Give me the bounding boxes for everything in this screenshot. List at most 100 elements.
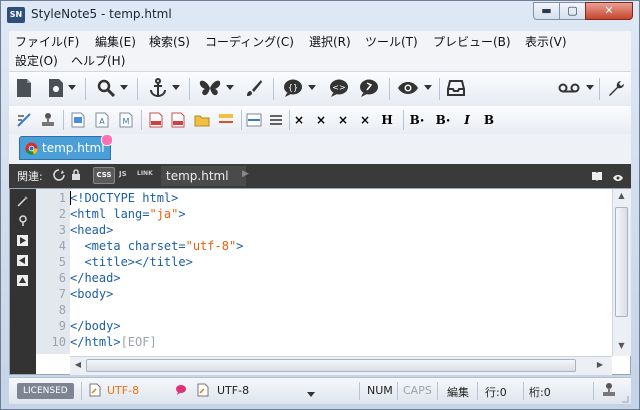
- menu-help[interactable]: ヘルプ(H): [71, 52, 125, 69]
- code-text: <html lang=: [70, 207, 150, 221]
- css-link-file-icon[interactable]: [169, 111, 187, 129]
- menu-search[interactable]: 検索(S): [149, 33, 190, 50]
- output-encoding-select[interactable]: UTF-8: [217, 384, 249, 397]
- snippet-comment-icon[interactable]: [357, 77, 381, 99]
- eye-icon[interactable]: [612, 171, 624, 185]
- subscript-bold-button[interactable]: B •: [435, 110, 451, 130]
- wrench-icon[interactable]: [605, 77, 627, 99]
- tab-close-icon[interactable]: [101, 134, 113, 146]
- vertical-scrollbar[interactable]: ▲ ▼: [612, 189, 631, 356]
- superscript-bold-button[interactable]: B •: [409, 110, 425, 130]
- status-separator: [437, 382, 438, 400]
- chrome-icon: [25, 142, 38, 158]
- menu-preview[interactable]: プレビュー(B): [433, 33, 511, 50]
- step-back-icon[interactable]: [17, 255, 28, 269]
- minimize-button[interactable]: ▬: [533, 2, 560, 20]
- code-text: <body>: [70, 287, 114, 301]
- step-up-icon[interactable]: [17, 275, 28, 289]
- open-file-icon[interactable]: [45, 77, 67, 99]
- inbox-icon[interactable]: [445, 77, 467, 99]
- editor: 1 2 3 4 5 6 7 8 9 10 <!DOCTYPE html> <ht…: [9, 188, 631, 375]
- code-line: <body>: [70, 287, 113, 301]
- encoding-setting[interactable]: UTF-8: [107, 384, 139, 397]
- insert-line-icon[interactable]: [217, 111, 235, 129]
- lock-icon[interactable]: [71, 169, 81, 184]
- butterfly-icon[interactable]: [197, 77, 223, 99]
- align-icon[interactable]: [267, 111, 285, 129]
- code-text: </html>: [70, 335, 121, 349]
- horizontal-scrollbar[interactable]: ◀ ▶: [70, 356, 612, 375]
- menu-coding[interactable]: コーディング(C): [205, 33, 294, 50]
- menu-settings[interactable]: 設定(O): [15, 52, 58, 69]
- code-text: </head>: [70, 271, 121, 285]
- folder-insert-icon[interactable]: [193, 111, 211, 129]
- app-icon[interactable]: SN: [7, 7, 25, 23]
- brush-icon[interactable]: [243, 77, 265, 99]
- related-file-tab[interactable]: temp.html: [161, 166, 246, 186]
- css-button[interactable]: CSS: [93, 167, 115, 184]
- code-area[interactable]: <!DOCTYPE html> <html lang="ja"> <head> …: [70, 189, 612, 354]
- book-icon[interactable]: [591, 170, 603, 184]
- anchor-dropdown-icon[interactable]: [171, 81, 181, 95]
- row-indicator: 行:0: [485, 386, 507, 399]
- stamp-icon[interactable]: [39, 111, 57, 129]
- close-tag-button-4[interactable]: ×: [357, 110, 373, 130]
- edit-mode-indicator[interactable]: 編集: [447, 384, 469, 400]
- pin-icon[interactable]: [18, 215, 28, 230]
- chat-bubble-icon[interactable]: [175, 384, 187, 399]
- anchor-file-icon[interactable]: A: [93, 111, 111, 129]
- close-tag-button-2[interactable]: ×: [313, 110, 329, 130]
- close-tag-button-1[interactable]: ×: [291, 110, 307, 130]
- magic-wand-icon[interactable]: [17, 195, 29, 210]
- resize-grip-icon[interactable]: [621, 392, 629, 403]
- refresh-icon[interactable]: [53, 169, 65, 184]
- scroll-down-icon[interactable]: ▼: [615, 341, 628, 353]
- toolbar-separator: [141, 110, 142, 130]
- menu-edit[interactable]: 編集(E): [95, 33, 136, 50]
- sort-icon[interactable]: [15, 111, 33, 129]
- stamp-tool-icon[interactable]: [601, 382, 617, 401]
- scroll-right-icon[interactable]: ▶: [594, 360, 606, 372]
- encoding-dropdown-icon[interactable]: [307, 387, 315, 401]
- link-button[interactable]: LINK: [137, 170, 153, 177]
- anchor-icon[interactable]: [147, 77, 169, 99]
- close-button[interactable]: ✕: [585, 2, 633, 20]
- hscroll-thumb[interactable]: [86, 359, 576, 372]
- preview-dropdown-icon[interactable]: [423, 81, 433, 95]
- tab-label: temp.html: [42, 141, 105, 155]
- menu-view[interactable]: 表示(V): [525, 33, 567, 50]
- comment-icon[interactable]: {}: [281, 77, 305, 99]
- css-file-icon[interactable]: [147, 111, 165, 129]
- tab-temp-html[interactable]: temp.html: [19, 134, 113, 160]
- line-number-gutter: 1 2 3 4 5 6 7 8 9 10: [36, 189, 70, 354]
- related-scroll-arrow-icon[interactable]: ▶: [242, 169, 249, 179]
- search-dropdown-icon[interactable]: [119, 81, 129, 95]
- menu-tools[interactable]: ツール(T): [365, 33, 418, 50]
- search-icon[interactable]: [95, 77, 117, 99]
- scroll-up-icon[interactable]: ▲: [615, 191, 628, 203]
- voicemail-icon[interactable]: [557, 77, 581, 99]
- scroll-thumb[interactable]: [615, 207, 628, 317]
- heading-button[interactable]: H: [379, 110, 395, 130]
- menu-select[interactable]: 選択(R): [309, 33, 351, 50]
- open-dropdown-icon[interactable]: [67, 81, 77, 95]
- js-button[interactable]: JS: [119, 170, 127, 178]
- code-line: <head>: [70, 223, 113, 237]
- code-text: >: [236, 239, 244, 253]
- code-comment-icon[interactable]: <>: [327, 77, 351, 99]
- scroll-left-icon[interactable]: ◀: [72, 360, 84, 372]
- comment-dropdown-icon[interactable]: [307, 81, 317, 95]
- image-file-icon[interactable]: [69, 111, 87, 129]
- play-icon[interactable]: [17, 235, 28, 249]
- menu-file[interactable]: ファイル(F): [15, 33, 79, 50]
- close-tag-button-3[interactable]: ×: [335, 110, 351, 130]
- butterfly-dropdown-icon[interactable]: [225, 81, 235, 95]
- voicemail-dropdown-icon[interactable]: [585, 81, 595, 95]
- hr-icon[interactable]: [245, 111, 263, 129]
- new-file-icon[interactable]: [13, 77, 35, 99]
- preview-eye-icon[interactable]: [395, 77, 421, 99]
- maximize-button[interactable]: ▢: [559, 2, 586, 20]
- italic-button[interactable]: I: [459, 110, 475, 130]
- mail-file-icon[interactable]: M: [117, 111, 135, 129]
- bold-button[interactable]: B: [481, 110, 497, 130]
